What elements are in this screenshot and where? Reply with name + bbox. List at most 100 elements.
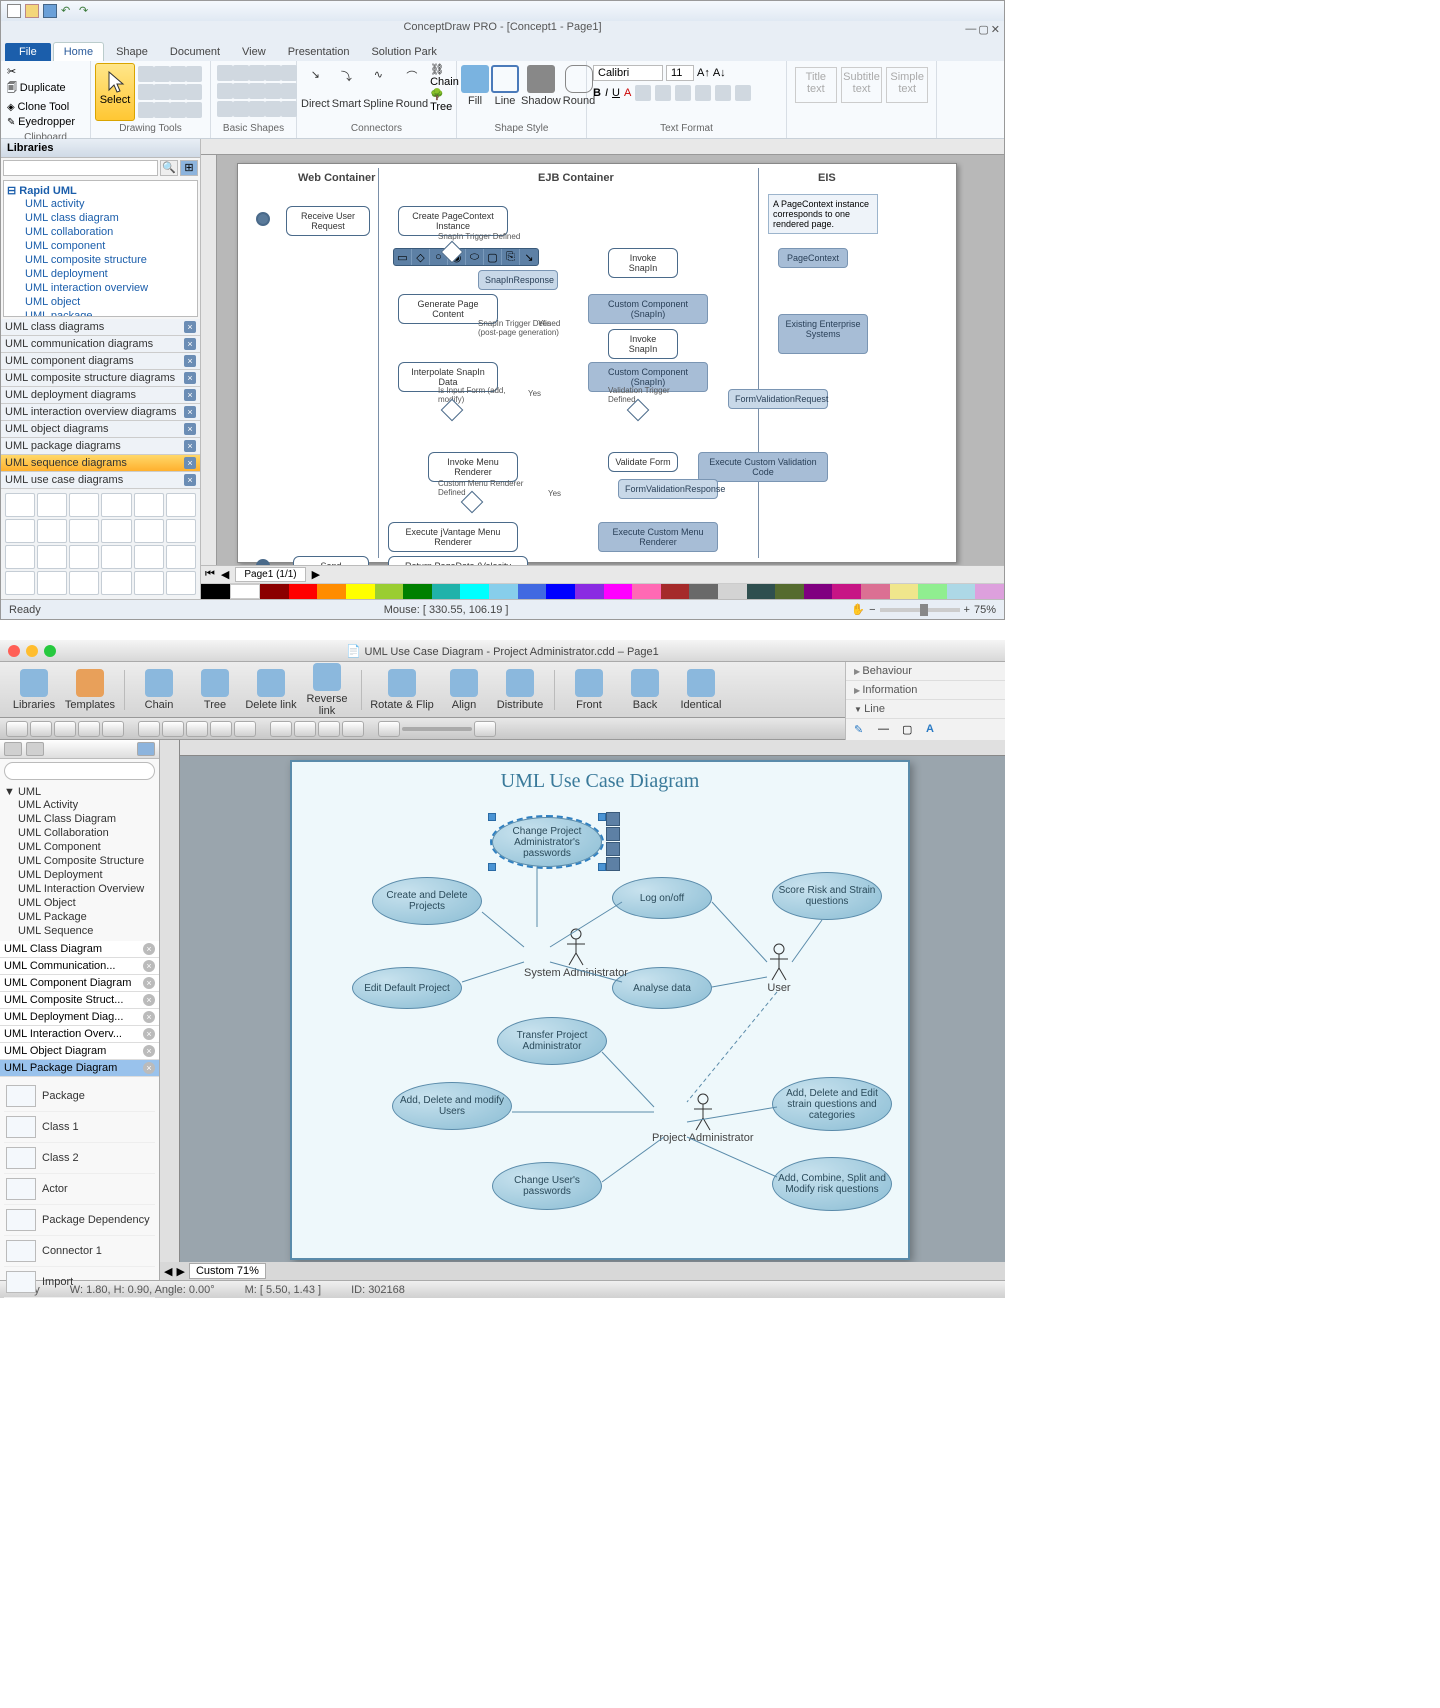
back-button[interactable]: Back bbox=[619, 669, 671, 711]
select-button[interactable]: Select bbox=[95, 63, 135, 121]
library-tree[interactable]: ▼ UML UML Activity UML Class Diagram UML… bbox=[0, 783, 159, 941]
spline-icon[interactable] bbox=[186, 721, 208, 737]
tree-root[interactable]: ▼ UML bbox=[4, 786, 155, 798]
close-library-icon[interactable]: × bbox=[184, 355, 196, 367]
rotate-flip-button[interactable]: Rotate & Flip bbox=[370, 669, 434, 711]
shape-icon[interactable] bbox=[281, 101, 297, 117]
line-icon[interactable] bbox=[138, 721, 160, 737]
shape-action-bar[interactable] bbox=[606, 812, 620, 871]
shape-row[interactable]: Class 2 bbox=[4, 1143, 155, 1174]
close-library-icon[interactable]: × bbox=[143, 1028, 155, 1040]
usecase[interactable]: Add, Combine, Split and Modify risk ques… bbox=[772, 1157, 892, 1211]
shape-thumb[interactable] bbox=[6, 1271, 36, 1293]
shape-thumb[interactable] bbox=[69, 519, 99, 543]
shape-icon[interactable] bbox=[249, 65, 265, 81]
close-icon[interactable]: ✕ bbox=[991, 23, 1000, 36]
panel-line[interactable]: Line bbox=[846, 700, 1005, 719]
shape-thumb[interactable] bbox=[37, 493, 67, 517]
shape-row[interactable]: Package bbox=[4, 1081, 155, 1112]
pencil-icon[interactable]: ✎ bbox=[854, 723, 872, 739]
shape-thumb[interactable] bbox=[69, 571, 99, 595]
underline-button[interactable]: U bbox=[612, 87, 620, 99]
close-library-icon[interactable]: × bbox=[184, 440, 196, 452]
page-nav-first-icon[interactable]: ⏮ bbox=[205, 568, 215, 581]
spline-button[interactable]: ∿Spline bbox=[363, 66, 394, 110]
shape-row[interactable]: Connector 1 bbox=[4, 1236, 155, 1267]
zoom-out-icon[interactable]: − bbox=[869, 604, 875, 616]
open-icon[interactable] bbox=[25, 4, 39, 18]
tool-icon[interactable] bbox=[154, 102, 170, 118]
tree-leaf[interactable]: UML interaction overview bbox=[7, 281, 194, 295]
drawing-page[interactable]: UML Use Case Diagram Change Project Admi… bbox=[290, 760, 910, 1260]
minimize-icon[interactable]: — bbox=[965, 23, 976, 36]
tree-leaf[interactable]: UML package bbox=[7, 309, 194, 317]
canvas-viewport[interactable]: Web Container EJB Container EIS Receive … bbox=[217, 155, 1004, 565]
shape-thumb[interactable] bbox=[101, 519, 131, 543]
tree-button[interactable]: Tree bbox=[189, 669, 241, 711]
flow-node[interactable]: Validate Form bbox=[608, 452, 678, 472]
tree-leaf[interactable]: UML Sequence bbox=[4, 924, 155, 938]
hand-tool-icon[interactable]: ✋ bbox=[851, 603, 865, 616]
shape-row[interactable]: Actor bbox=[4, 1174, 155, 1205]
library-item[interactable]: UML object diagrams× bbox=[1, 421, 200, 438]
increase-font-icon[interactable]: A↑ bbox=[697, 67, 710, 79]
shape-icon[interactable] bbox=[233, 65, 249, 81]
page-nav-next-icon[interactable]: ▶ bbox=[312, 568, 320, 581]
shape-icon[interactable] bbox=[281, 65, 297, 81]
tool-icon[interactable] bbox=[170, 84, 186, 100]
shape-thumb[interactable] bbox=[134, 519, 164, 543]
align-button[interactable]: Align bbox=[438, 669, 490, 711]
connector-icon[interactable] bbox=[210, 721, 232, 737]
tree-leaf[interactable]: UML class diagram bbox=[7, 211, 194, 225]
library-item[interactable]: UML deployment diagrams× bbox=[1, 387, 200, 404]
shape-thumb[interactable] bbox=[5, 519, 35, 543]
shape-thumb[interactable] bbox=[5, 571, 35, 595]
tree-leaf[interactable]: UML collaboration bbox=[7, 225, 194, 239]
subtitle-text-button[interactable]: Subtitle text bbox=[841, 67, 883, 103]
flow-node[interactable]: Receive User Request bbox=[286, 206, 370, 236]
file-tab[interactable]: File bbox=[5, 43, 51, 61]
flow-node[interactable]: Send Response bbox=[293, 556, 369, 565]
shape-row[interactable]: Import bbox=[4, 1267, 155, 1298]
node-action-bar[interactable]: ▭◇○◉⬭▢⎘↘ bbox=[393, 248, 539, 266]
tool-icon[interactable] bbox=[186, 66, 202, 82]
usecase[interactable]: Change User's passwords bbox=[492, 1162, 602, 1210]
shape-thumb[interactable] bbox=[5, 545, 35, 569]
bold-button[interactable]: B bbox=[593, 87, 601, 99]
redo-icon[interactable]: ↷ bbox=[79, 4, 93, 18]
library-search-input[interactable] bbox=[4, 762, 155, 780]
tool-icon[interactable] bbox=[154, 66, 170, 82]
drawing-page[interactable]: Web Container EJB Container EIS Receive … bbox=[237, 163, 957, 563]
shape-icon[interactable] bbox=[233, 83, 249, 99]
tree-button[interactable]: 🌳 Tree bbox=[430, 88, 459, 113]
tab-document[interactable]: Document bbox=[160, 43, 230, 61]
component-node[interactable]: PageContext bbox=[778, 248, 848, 268]
close-library-icon[interactable]: × bbox=[184, 321, 196, 333]
component-node[interactable]: Existing Enterprise Systems bbox=[778, 314, 868, 354]
undo-icon[interactable]: ↶ bbox=[61, 4, 75, 18]
shape-icon[interactable] bbox=[281, 83, 297, 99]
tree-leaf[interactable]: UML Package bbox=[4, 910, 155, 924]
tab-presentation[interactable]: Presentation bbox=[278, 43, 360, 61]
usecase[interactable]: Add, Delete and Edit strain questions an… bbox=[772, 1077, 892, 1131]
shape-icon[interactable] bbox=[217, 83, 233, 99]
new-icon[interactable] bbox=[7, 4, 21, 18]
library-item[interactable]: UML Component Diagram× bbox=[0, 975, 159, 992]
library-item[interactable]: UML package diagrams× bbox=[1, 438, 200, 455]
action-icon[interactable]: ⎘ bbox=[502, 249, 520, 265]
color-palette-bar[interactable] bbox=[201, 583, 1004, 599]
tree-leaf[interactable]: UML component bbox=[7, 239, 194, 253]
clone-tool-button[interactable]: ◈ Clone Tool bbox=[7, 101, 69, 113]
title-text-button[interactable]: Title text bbox=[795, 67, 837, 103]
line-style-icon[interactable]: — bbox=[878, 723, 896, 739]
library-item[interactable]: UML use case diagrams× bbox=[1, 472, 200, 489]
tree-leaf[interactable]: UML Object bbox=[4, 896, 155, 910]
library-item[interactable]: UML composite structure diagrams× bbox=[1, 370, 200, 387]
tree-leaf[interactable]: UML Collaboration bbox=[4, 826, 155, 840]
shape-thumb[interactable] bbox=[69, 545, 99, 569]
page-nav-next-icon[interactable]: ▶ bbox=[176, 1265, 184, 1278]
close-library-icon[interactable]: × bbox=[184, 372, 196, 384]
arc-icon[interactable] bbox=[162, 721, 184, 737]
tool-icon[interactable] bbox=[170, 66, 186, 82]
shape-thumb[interactable] bbox=[134, 545, 164, 569]
